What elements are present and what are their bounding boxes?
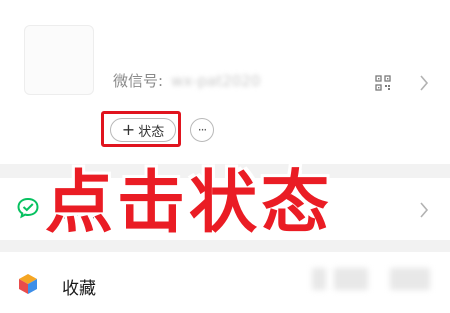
services-icon [17, 197, 39, 219]
qr-code-icon[interactable] [375, 75, 391, 91]
chevron-right-icon[interactable] [419, 75, 429, 91]
wechat-id-redacted: wx-pat2020 [171, 72, 261, 90]
wechat-id: 微信号: wx-pat2020 [113, 70, 260, 91]
wechat-id-label: 微信号: [113, 72, 164, 90]
status-button-label: 状态 [138, 124, 165, 140]
avatar[interactable] [24, 25, 94, 95]
more-button[interactable]: ··· [190, 118, 214, 142]
instruction-overlay-text: 点击状态 [45, 164, 334, 243]
favorites-cube-icon [19, 274, 37, 294]
profile-header: 微信号: wx-pat2020 + 状态 ··· [0, 0, 450, 164]
add-status-button[interactable]: + 状态 [110, 118, 176, 142]
plus-icon: + [121, 120, 136, 139]
favorites-label: 收藏 [62, 279, 96, 299]
redacted-area [312, 268, 432, 290]
chevron-right-icon [420, 202, 429, 218]
